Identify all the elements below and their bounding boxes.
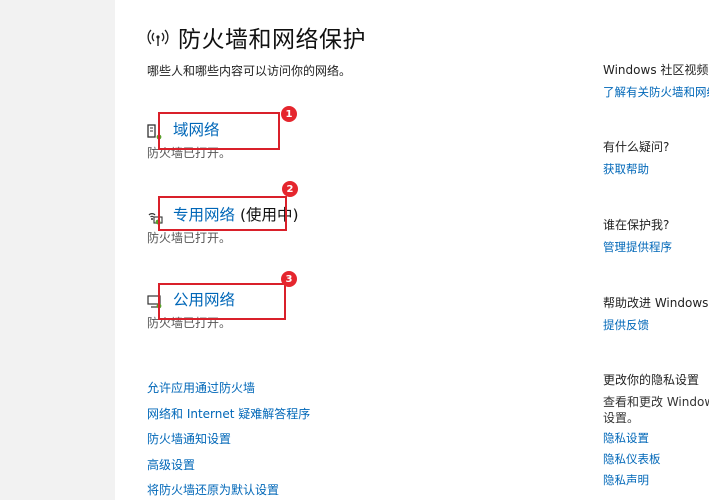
annotation-box-domain — [158, 112, 280, 150]
privacy-text-line2: 设置。 — [603, 411, 640, 425]
left-nav-strip — [0, 0, 115, 500]
annotation-badge-3: 3 — [281, 271, 297, 287]
question-heading: 有什么疑问? — [603, 140, 670, 154]
privacy-statement-link[interactable]: 隐私声明 — [603, 472, 709, 488]
protect-heading: 谁在保护我? — [603, 218, 670, 232]
privacy-heading: 更改你的隐私设置 — [603, 373, 700, 387]
advanced-settings-link[interactable]: 高级设置 — [147, 457, 310, 483]
page-title: 防火墙和网络保护 — [147, 20, 366, 54]
wifi-antenna-icon — [147, 24, 169, 50]
right-sidebar: Windows 社区视频 了解有关防火墙和网络 有什么疑问? 获取帮助 谁在保护… — [603, 0, 709, 500]
give-feedback-link[interactable]: 提供反馈 — [603, 317, 709, 333]
protect-section: 谁在保护我? 管理提供程序 — [603, 217, 709, 255]
community-heading: Windows 社区视频 — [603, 63, 709, 77]
community-section: Windows 社区视频 了解有关防火墙和网络 — [603, 62, 709, 100]
annotation-box-public — [158, 283, 286, 320]
privacy-text-line1: 查看和更改 Window — [603, 395, 709, 409]
main-content: 防火墙和网络保护 哪些人和哪些内容可以访问你的网络。 域网络 防火墙已打开。 专… — [147, 0, 587, 500]
question-section: 有什么疑问? 获取帮助 — [603, 139, 709, 177]
privacy-settings-link[interactable]: 隐私设置 — [603, 430, 709, 446]
firewall-notification-settings-link[interactable]: 防火墙通知设置 — [147, 431, 310, 457]
annotation-badge-2: 2 — [282, 181, 298, 197]
private-network-status: 防火墙已打开。 — [147, 231, 232, 245]
allow-app-through-firewall-link[interactable]: 允许应用通过防火墙 — [147, 380, 310, 406]
privacy-dashboard-link[interactable]: 隐私仪表板 — [603, 451, 709, 467]
page-subtitle: 哪些人和哪些内容可以访问你的网络。 — [147, 64, 352, 78]
learn-firewall-link[interactable]: 了解有关防火墙和网络 — [603, 84, 709, 100]
annotation-box-private — [158, 196, 287, 231]
feedback-section: 帮助改进 Windows 提供反馈 — [603, 295, 709, 333]
restore-firewall-defaults-link[interactable]: 将防火墙还原为默认设置 — [147, 482, 310, 500]
privacy-section: 更改你的隐私设置 查看和更改 Window 设置。 隐私设置 隐私仪表板 隐私声… — [603, 372, 709, 488]
settings-links: 允许应用通过防火墙 网络和 Internet 疑难解答程序 防火墙通知设置 高级… — [147, 380, 310, 500]
network-troubleshooter-link[interactable]: 网络和 Internet 疑难解答程序 — [147, 406, 310, 432]
annotation-badge-1: 1 — [281, 106, 297, 122]
improve-heading: 帮助改进 Windows — [603, 296, 709, 310]
page-title-text: 防火墙和网络保护 — [178, 27, 366, 53]
get-help-link[interactable]: 获取帮助 — [603, 161, 709, 177]
manage-providers-link[interactable]: 管理提供程序 — [603, 239, 709, 255]
